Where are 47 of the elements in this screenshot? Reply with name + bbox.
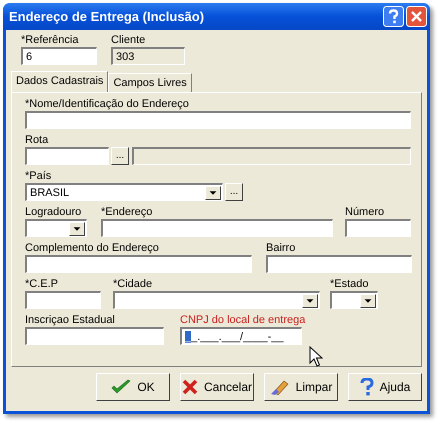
dialog-button[interactable]: Limpar bbox=[264, 373, 338, 401]
dropdown[interactable] bbox=[25, 219, 87, 237]
help-icon[interactable] bbox=[383, 6, 404, 27]
browse-button[interactable]: ... bbox=[225, 183, 243, 201]
dialog-button[interactable]: Cancelar bbox=[180, 373, 254, 401]
input-field[interactable] bbox=[101, 219, 333, 237]
dialog-button[interactable]: Ajuda bbox=[348, 373, 422, 401]
dropdown[interactable]: BRASIL bbox=[25, 183, 223, 201]
input-field[interactable]: 6 bbox=[21, 47, 97, 65]
dropdown-arrow-icon[interactable] bbox=[302, 294, 318, 308]
field-label: Bairro bbox=[266, 242, 296, 255]
checkmark-icon bbox=[111, 379, 132, 395]
field-label: *País bbox=[25, 170, 52, 183]
input-field[interactable] bbox=[25, 291, 101, 309]
dialog-button[interactable]: OK bbox=[96, 373, 170, 401]
close-icon[interactable] bbox=[406, 6, 427, 27]
eraser-icon bbox=[270, 378, 290, 396]
browse-button[interactable]: ... bbox=[111, 147, 129, 165]
tab[interactable]: Campos Livres bbox=[108, 73, 192, 92]
field-label: Complemento do Endereço bbox=[25, 242, 160, 255]
tab[interactable]: Dados Cadastrais bbox=[11, 71, 108, 92]
field-label: Logradouro bbox=[25, 206, 82, 219]
input-field[interactable] bbox=[25, 327, 164, 345]
field-label: Número bbox=[345, 206, 386, 219]
field-label: Rota bbox=[25, 134, 50, 147]
input-field[interactable] bbox=[25, 147, 109, 165]
dropdown-arrow-icon[interactable] bbox=[69, 222, 85, 236]
field-label: *C.E.P bbox=[25, 278, 60, 291]
field-label: Inscriçao Estadual bbox=[25, 314, 116, 327]
field-label: *Estado bbox=[330, 278, 370, 291]
input-field[interactable] bbox=[266, 255, 412, 273]
window-title: Endereço de Entrega (Inclusão) bbox=[9, 9, 204, 24]
field-label: *Nome/Identificação do Endereço bbox=[25, 98, 190, 111]
input-field[interactable] bbox=[345, 219, 411, 237]
dropdown[interactable] bbox=[330, 291, 378, 309]
field-label: Cliente bbox=[111, 34, 146, 47]
cross-icon bbox=[182, 379, 198, 395]
input-field[interactable] bbox=[25, 255, 252, 273]
field-label: *Cidade bbox=[113, 278, 154, 291]
question-mark-icon bbox=[360, 378, 374, 396]
field-label: *Referência bbox=[21, 34, 80, 47]
dropdown-arrow-icon[interactable] bbox=[205, 186, 221, 200]
dropdown-arrow-icon[interactable] bbox=[360, 294, 376, 308]
field-label: *Endereço bbox=[101, 206, 154, 219]
input-field[interactable] bbox=[25, 111, 411, 129]
input-field[interactable]: __.___.___/____-__ bbox=[180, 327, 302, 345]
field-label: CNPJ do local de entrega bbox=[180, 314, 306, 327]
